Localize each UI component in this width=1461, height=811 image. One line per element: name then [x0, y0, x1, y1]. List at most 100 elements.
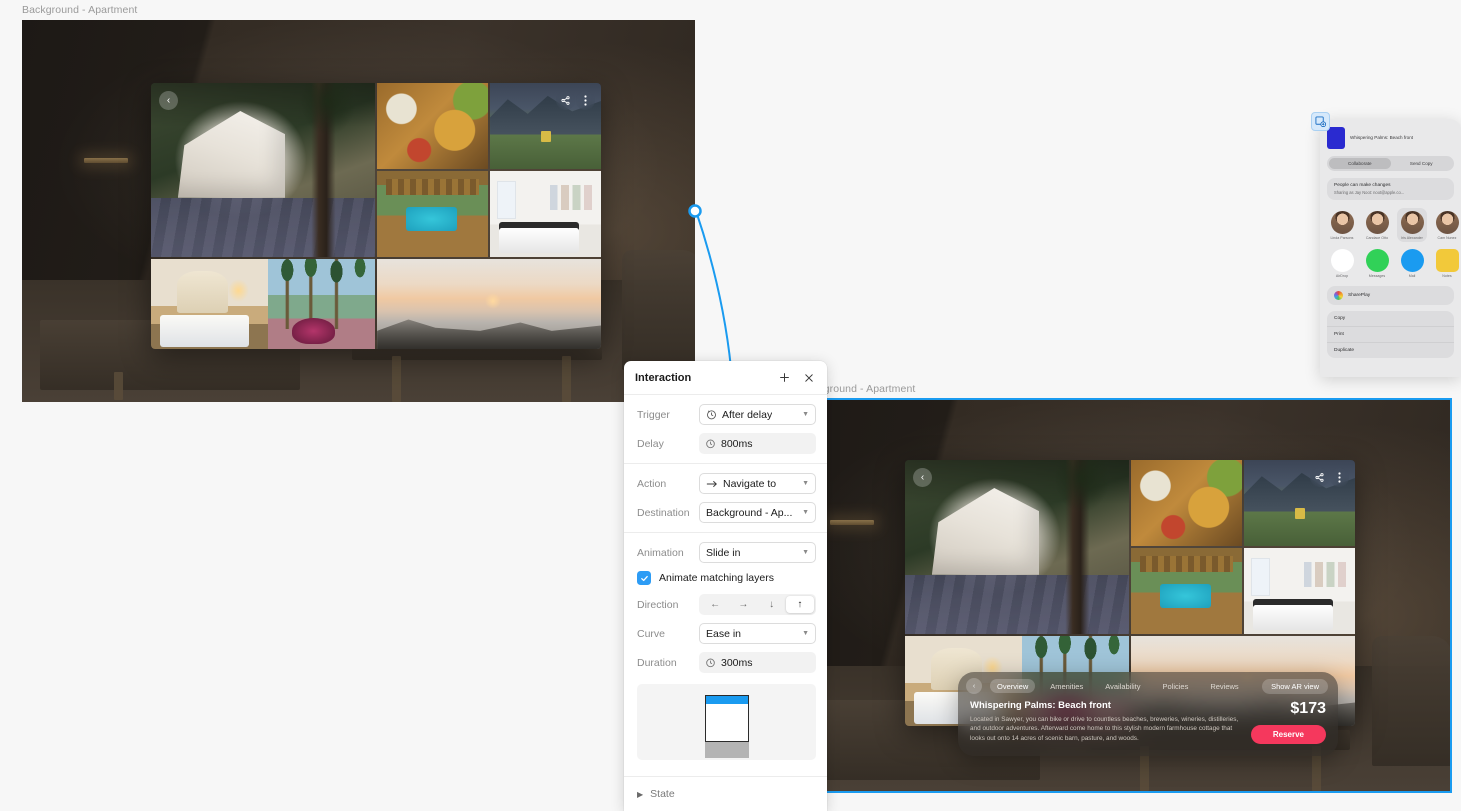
share-sheet-group[interactable]: ✦ Whispering Palms: Beach front Collabor…	[1311, 112, 1461, 377]
permission-row[interactable]: People can make changes Sharing as Jay N…	[1327, 178, 1454, 200]
duration-input[interactable]: 300ms	[699, 652, 816, 673]
share-app-mail[interactable]: Mail	[1397, 249, 1427, 278]
photo-cell-bedroom-classic[interactable]	[151, 258, 268, 349]
animate-matching-layers-checkbox[interactable]	[637, 571, 651, 585]
tab-policies[interactable]: Policies	[1156, 679, 1196, 693]
destination-row[interactable]: Destination Background - Ap... ▼	[637, 502, 816, 523]
share-app-airdrop[interactable]: AirDrop	[1327, 249, 1357, 278]
trigger-row[interactable]: Trigger After delay ▼	[637, 404, 816, 425]
interaction-panel[interactable]: Interaction Trigger After delay ▼ Delay …	[624, 361, 827, 811]
direction-label: Direction	[637, 598, 679, 611]
clock-icon	[706, 409, 717, 420]
tab-reviews[interactable]: Reviews	[1203, 679, 1245, 693]
share-icon[interactable]	[1310, 468, 1329, 487]
contact-name: Iris Alexander	[1401, 236, 1423, 240]
listing-tabs[interactable]: ‹ Overview Amenities Availability Polici…	[958, 672, 1338, 698]
contact-name: Cam Nunez	[1437, 236, 1457, 240]
photo-cell-exterior[interactable]: ‹	[151, 83, 376, 257]
photo-cell-pool[interactable]	[377, 170, 489, 257]
back-icon[interactable]: ‹	[966, 678, 982, 694]
add-to-frame-icon[interactable]	[1311, 112, 1330, 131]
action-print[interactable]: Print	[1327, 326, 1454, 342]
photo-cell-pool[interactable]	[1131, 547, 1243, 634]
action-shareplay[interactable]: SharePlay	[1327, 286, 1454, 305]
photo-cell-bedroom-modern[interactable]	[1244, 547, 1355, 634]
direction-up-button[interactable]: ↑	[785, 596, 814, 613]
action-duplicate[interactable]: Duplicate	[1327, 342, 1454, 358]
direction-left-button[interactable]: ←	[701, 596, 729, 613]
duration-row[interactable]: Duration 300ms	[637, 652, 816, 673]
direction-segmented-control[interactable]: ← → ↓ ↑	[699, 594, 816, 615]
tab-overview[interactable]: Overview	[990, 679, 1036, 693]
sheet-actions-group[interactable]: Copy Print Duplicate	[1327, 311, 1454, 359]
photo-cell-palms[interactable]	[268, 258, 376, 349]
share-apps-row[interactable]: AirDrop Messages Mail Notes	[1327, 249, 1459, 278]
tab-availability[interactable]: Availability	[1098, 679, 1147, 693]
photo-grid-top[interactable]: ‹	[151, 83, 601, 349]
chevron-down-icon: ▼	[802, 411, 809, 418]
segment-collaborate[interactable]: Collaborate	[1329, 158, 1391, 169]
artboard-top[interactable]: ‹	[22, 20, 695, 402]
direction-row[interactable]: Direction ← → ↓ ↑	[637, 594, 816, 615]
reserve-button[interactable]: Reserve	[1250, 725, 1326, 744]
back-icon[interactable]: ‹	[913, 468, 932, 487]
duration-value: 300ms	[721, 656, 753, 669]
action-row[interactable]: Action Navigate to ▼	[637, 473, 816, 494]
contact-item[interactable]: Linda Parsons	[1327, 208, 1357, 242]
design-canvas[interactable]: Background - Apartment ‹ Background - Ap…	[0, 0, 1461, 811]
artboard-bottom[interactable]: ‹ ‹ Overview Amenities Availability Poli…	[758, 398, 1452, 793]
share-app-notes[interactable]: Notes	[1432, 249, 1461, 278]
animation-row[interactable]: Animation Slide in ▼	[637, 542, 816, 563]
close-icon[interactable]	[802, 371, 816, 385]
wall-lamp-icon	[84, 158, 128, 163]
delay-row[interactable]: Delay 800ms	[637, 433, 816, 454]
airdrop-icon	[1330, 249, 1354, 273]
more-options-icon[interactable]	[576, 91, 595, 110]
direction-right-button[interactable]: →	[729, 596, 757, 613]
photo-cell-hills[interactable]	[490, 83, 601, 169]
share-icon[interactable]	[556, 91, 575, 110]
chevron-down-icon: ▼	[802, 549, 809, 556]
trigger-select[interactable]: After delay ▼	[699, 404, 816, 425]
state-section[interactable]: ▶ State	[624, 776, 827, 811]
ios-share-sheet[interactable]: Whispering Palms: Beach front Collaborat…	[1320, 119, 1461, 377]
photo-cell-bedroom-modern[interactable]	[490, 170, 601, 257]
photo-cell-hills[interactable]	[1244, 460, 1355, 546]
photo-cell-food[interactable]	[1131, 460, 1243, 546]
avatar	[1330, 211, 1354, 234]
photo-cell-sunset[interactable]	[377, 258, 601, 349]
show-ar-view-button[interactable]: Show AR view	[1262, 678, 1328, 694]
trigger-label: Trigger	[637, 408, 670, 421]
animation-select[interactable]: Slide in ▼	[699, 542, 816, 563]
photo-cell-food[interactable]	[377, 83, 489, 169]
contact-item[interactable]: Iris Alexander	[1397, 208, 1427, 243]
more-options-icon[interactable]	[1330, 468, 1349, 487]
shareplay-group[interactable]: SharePlay	[1327, 286, 1454, 306]
curve-row[interactable]: Curve Ease in ▼	[637, 623, 816, 644]
frame-label-top[interactable]: Background - Apartment	[22, 4, 137, 16]
segment-send-copy[interactable]: Send Copy	[1391, 158, 1453, 169]
share-mode-segmented-control[interactable]: Collaborate Send Copy	[1327, 156, 1454, 171]
contact-suggestions[interactable]: Linda Parsons Candace Otto Iris Alexande…	[1327, 208, 1459, 243]
action-copy[interactable]: Copy	[1327, 311, 1454, 326]
chevron-down-icon: ▼	[802, 480, 809, 487]
chevron-down-icon: ▼	[802, 630, 809, 637]
curve-select[interactable]: Ease in ▼	[699, 623, 816, 644]
tab-amenities[interactable]: Amenities	[1043, 679, 1090, 693]
share-app-messages[interactable]: Messages	[1362, 249, 1392, 278]
add-interaction-icon[interactable]	[777, 371, 791, 385]
animate-matching-layers-row[interactable]: Animate matching layers	[637, 571, 816, 585]
listing-card[interactable]: ‹ Overview Amenities Availability Polici…	[958, 672, 1338, 756]
contact-item[interactable]: Candace Otto	[1362, 208, 1392, 242]
document-thumbnail	[1327, 127, 1345, 149]
avatar	[1400, 211, 1424, 234]
chair-shape	[622, 250, 695, 370]
delay-input[interactable]: 800ms	[699, 433, 816, 454]
listing-description: Located in Sawyer, you can bike or drive…	[970, 716, 1239, 742]
back-icon[interactable]: ‹	[159, 91, 178, 110]
contact-item[interactable]: Cam Nunez	[1432, 208, 1461, 242]
destination-select[interactable]: Background - Ap... ▼	[699, 502, 816, 523]
photo-cell-exterior[interactable]: ‹	[905, 460, 1130, 634]
action-select[interactable]: Navigate to ▼	[699, 473, 816, 494]
direction-down-button[interactable]: ↓	[758, 596, 786, 613]
